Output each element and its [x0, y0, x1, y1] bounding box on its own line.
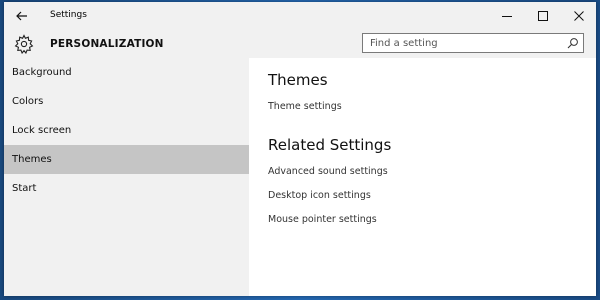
mouse-pointer-settings-link[interactable]: Mouse pointer settings — [268, 214, 377, 225]
back-arrow-icon — [16, 11, 27, 21]
sidebar-item-background[interactable]: Background — [4, 58, 249, 87]
related-settings-heading: Related Settings — [268, 136, 392, 154]
search-icon[interactable] — [567, 37, 579, 49]
close-button[interactable] — [564, 6, 594, 26]
search-box[interactable] — [362, 33, 584, 53]
close-icon — [574, 11, 584, 21]
sidebar-item-label: Lock screen — [12, 125, 72, 136]
sidebar-item-label: Colors — [12, 96, 44, 107]
settings-window: Settings PERSONALIZATION Find a setting … — [4, 2, 596, 296]
sidebar: Background Colors Lock screen Themes Sta… — [4, 58, 249, 296]
sidebar-item-lock-screen[interactable]: Lock screen — [4, 116, 249, 145]
maximize-icon — [538, 11, 548, 21]
title-bar: Settings — [4, 2, 596, 30]
sidebar-item-themes[interactable]: Themes — [4, 145, 249, 174]
sidebar-item-label: Background — [12, 67, 72, 78]
sidebar-item-colors[interactable]: Colors — [4, 87, 249, 116]
sidebar-item-start[interactable]: Start — [4, 174, 249, 203]
main-content: Themes Theme settings Related Settings A… — [249, 58, 596, 296]
section-title: PERSONALIZATION — [50, 38, 164, 50]
gear-icon — [14, 34, 34, 54]
theme-settings-link[interactable]: Theme settings — [268, 101, 342, 112]
window-title: Settings — [50, 10, 87, 20]
advanced-sound-settings-link[interactable]: Advanced sound settings — [268, 166, 388, 177]
settings-header: PERSONALIZATION — [4, 30, 596, 58]
search-input[interactable] — [363, 34, 566, 52]
page-title: Themes — [268, 71, 328, 89]
minimize-button[interactable] — [492, 6, 522, 26]
sidebar-item-label: Themes — [12, 154, 52, 165]
minimize-icon — [502, 16, 512, 17]
back-button[interactable] — [10, 6, 34, 26]
maximize-button[interactable] — [528, 6, 558, 26]
sidebar-item-label: Start — [12, 183, 37, 194]
desktop-icon-settings-link[interactable]: Desktop icon settings — [268, 190, 371, 201]
